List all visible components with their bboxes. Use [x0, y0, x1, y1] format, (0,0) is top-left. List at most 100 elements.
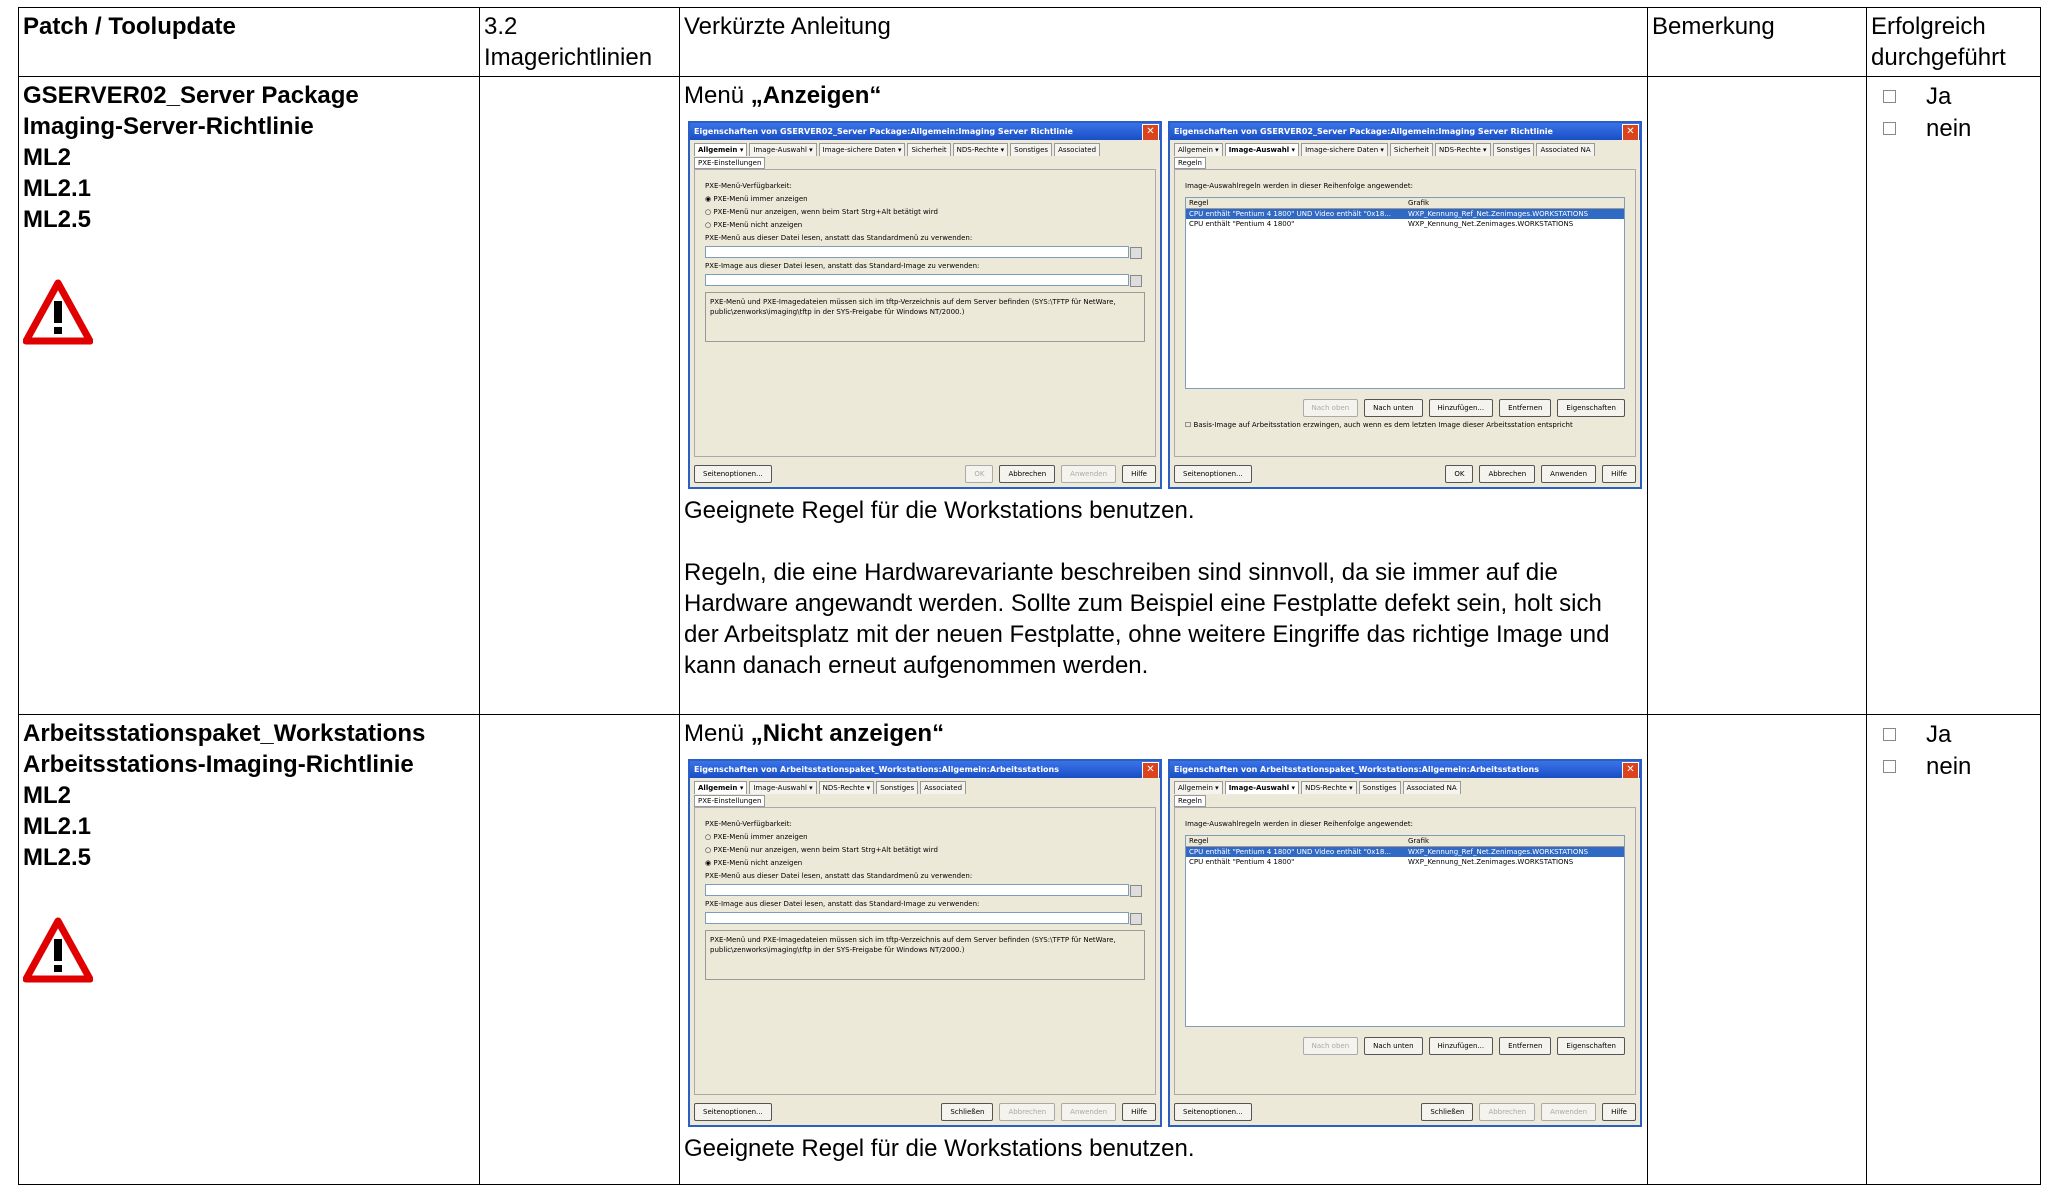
cancel-button[interactable]: Abbrechen [1479, 1103, 1536, 1121]
tab-associated[interactable]: Associated [1054, 143, 1101, 156]
properties-button[interactable]: Eigenschaften [1557, 399, 1625, 417]
menu-file-input[interactable] [705, 884, 1142, 897]
cancel-button[interactable]: Abbrechen [999, 1103, 1056, 1121]
move-up-button[interactable]: Nach oben [1302, 399, 1359, 417]
help-button[interactable]: Hilfe [1602, 1103, 1636, 1121]
tab-nds-rights[interactable]: NDS-Rechte ▾ [1435, 143, 1491, 156]
dialog-footer: Seitenoptionen... OK Abbrechen Anwenden Hil… [694, 465, 1156, 483]
tab-misc[interactable]: Sonstiges [876, 781, 919, 794]
move-down-button[interactable]: Nach unten [1364, 1037, 1423, 1055]
close-button[interactable]: Schließen [1421, 1103, 1474, 1121]
checkbox-nein[interactable]: nein [1871, 750, 2036, 782]
tab-image-selection[interactable]: Image-Auswahl ▾ [749, 143, 817, 156]
rules-pane: Image-Auswahlregeln werden in dieser Rei… [1174, 807, 1636, 1095]
tab-image-selection[interactable]: Image-Auswahl ▾ [749, 781, 817, 794]
tab-general[interactable]: Allgemein ▾ [694, 143, 748, 156]
table-row: GSERVER02_Server Package Imaging-Server-… [18, 76, 2041, 715]
image-file-input[interactable] [705, 274, 1142, 287]
help-button[interactable]: Hilfe [1122, 465, 1156, 483]
remark-cell [1647, 76, 1867, 715]
tab-security[interactable]: Sicherheit [907, 143, 951, 156]
header-patch: Patch / Toolupdate [18, 7, 480, 77]
tab-associated[interactable]: Associated [920, 781, 967, 794]
cancel-button[interactable]: Abbrechen [1479, 465, 1536, 483]
remove-button[interactable]: Entfernen [1499, 399, 1552, 417]
close-button[interactable]: Schließen [941, 1103, 994, 1121]
add-button[interactable]: Hinzufügen... [1428, 1037, 1494, 1055]
dialog-titlebar: Eigenschaften von GSERVER02_Server Packa… [1170, 123, 1640, 140]
add-button[interactable]: Hinzufügen... [1428, 399, 1494, 417]
apply-button[interactable]: Anwenden [1541, 1103, 1597, 1121]
tab-misc[interactable]: Sonstiges [1358, 781, 1401, 794]
tab-image-safe-data[interactable]: Image-sichere Daten ▾ [818, 143, 906, 156]
remove-button[interactable]: Entfernen [1499, 1037, 1552, 1055]
rules-dialog: Eigenschaften von GSERVER02_Server Packa… [1168, 121, 1642, 489]
subtab-rules[interactable]: Regeln [1174, 795, 1206, 807]
pxe-label: PXE-Menü-Verfügbarkeit: [705, 182, 792, 190]
close-icon[interactable]: ✕ [1622, 762, 1639, 778]
subtab-pxe[interactable]: PXE-Einstellungen [694, 795, 766, 807]
move-up-button[interactable]: Nach oben [1302, 1037, 1359, 1055]
tab-strip: Allgemein ▾ Image-Auswahl ▾ Image-sichere … [1170, 140, 1640, 156]
tab-nds-rights[interactable]: NDS-Rechte ▾ [1301, 781, 1357, 794]
radio-never[interactable]: ◉ PXE-Menü nicht anzeigen [705, 858, 1145, 868]
tab-general[interactable]: Allgemein ▾ [694, 781, 748, 794]
tab-nds-rights[interactable]: NDS-Rechte ▾ [952, 143, 1009, 156]
close-icon[interactable]: ✕ [1622, 124, 1639, 140]
help-button[interactable]: Hilfe [1122, 1103, 1156, 1121]
ok-button[interactable]: OK [965, 465, 994, 483]
menu-file-label: PXE-Menü aus dieser Datei lesen, anstatt… [705, 234, 973, 242]
instructions-cell: Menü „Anzeigen“ Eigenschaften von GSERVE… [679, 76, 1648, 715]
close-icon[interactable]: ✕ [1142, 124, 1159, 140]
menu-file-input[interactable] [705, 246, 1142, 259]
move-down-button[interactable]: Nach unten [1364, 399, 1423, 417]
radio-always[interactable]: ◉ PXE-Menü immer anzeigen [705, 194, 1145, 204]
tab-general[interactable]: Allgemein ▾ [1174, 781, 1223, 794]
rule-row[interactable]: CPU enthält "Pentium 4 1800" WXP_Kennung_… [1186, 857, 1624, 867]
tab-general[interactable]: Allgemein ▾ [1174, 143, 1223, 156]
pxe-dialog: Eigenschaften von Arbeitsstationspaket_W… [688, 759, 1162, 1127]
tab-associated[interactable]: Associated NA [1402, 781, 1461, 794]
rules-label: Image-Auswahlregeln werden in dieser Rei… [1185, 820, 1413, 828]
radio-ctrl-alt[interactable]: ○ PXE-Menü nur anzeigen, wenn beim Start… [705, 207, 1145, 217]
ml-tag: ML2.1 [23, 813, 92, 840]
page-options-button[interactable]: Seitenoptionen... [1174, 465, 1252, 483]
rule-row[interactable]: CPU enthält "Pentium 4 1800" UND Video e… [1186, 209, 1624, 219]
checkbox-ja[interactable]: Ja [1871, 80, 2036, 112]
radio-ctrl-alt[interactable]: ○ PXE-Menü nur anzeigen, wenn beim Start… [705, 845, 1145, 855]
apply-button[interactable]: Anwenden [1061, 1103, 1117, 1121]
checkbox-nein[interactable]: nein [1871, 112, 2036, 144]
instructions-cell: Menü „Nicht anzeigen“ Eigenschaften von … [679, 714, 1648, 1185]
tab-image-safe-data[interactable]: Image-sichere Daten ▾ [1301, 143, 1388, 156]
tab-security[interactable]: Sicherheit [1389, 143, 1434, 156]
page-options-button[interactable]: Seitenoptionen... [694, 465, 772, 483]
subtab-pxe[interactable]: PXE-Einstellungen [694, 157, 766, 169]
image-file-label: PXE-Image aus dieser Datei lesen, anstat… [705, 262, 980, 270]
tab-image-selection[interactable]: Image-Auswahl ▾ [1224, 781, 1300, 794]
tab-image-selection[interactable]: Image-Auswahl ▾ [1224, 143, 1300, 156]
rule-row[interactable]: CPU enthält "Pentium 4 1800" WXP_Kennung_… [1186, 219, 1624, 229]
radio-always[interactable]: ○ PXE-Menü immer anzeigen [705, 832, 1145, 842]
apply-button[interactable]: Anwenden [1061, 465, 1117, 483]
close-icon[interactable]: ✕ [1142, 762, 1159, 778]
page-options-button[interactable]: Seitenoptionen... [694, 1103, 772, 1121]
ok-button[interactable]: OK [1445, 465, 1474, 483]
tab-associated[interactable]: Associated NA [1536, 143, 1595, 156]
tab-misc[interactable]: Sonstiges [1492, 143, 1535, 156]
cancel-button[interactable]: Abbrechen [999, 465, 1056, 483]
help-button[interactable]: Hilfe [1602, 465, 1636, 483]
ml-tag: ML2 [23, 782, 71, 809]
header-remark: Bemerkung [1647, 7, 1867, 77]
apply-button[interactable]: Anwenden [1541, 465, 1597, 483]
rules-grid: Regel Grafik CPU enthält "Pentium 4 1800"… [1185, 835, 1625, 1027]
force-checkbox[interactable]: ☐ Basis-Image auf Arbeitsstation erzwing… [1185, 420, 1625, 430]
tab-nds-rights[interactable]: NDS-Rechte ▾ [818, 781, 875, 794]
page-options-button[interactable]: Seitenoptionen... [1174, 1103, 1252, 1121]
image-file-input[interactable] [705, 912, 1142, 925]
radio-never[interactable]: ○ PXE-Menü nicht anzeigen [705, 220, 1145, 230]
properties-button[interactable]: Eigenschaften [1557, 1037, 1625, 1055]
checkbox-ja[interactable]: Ja [1871, 718, 2036, 750]
subtab-rules[interactable]: Regeln [1174, 157, 1206, 169]
tab-misc[interactable]: Sonstiges [1010, 143, 1053, 156]
rule-row[interactable]: CPU enthält "Pentium 4 1800" UND Video e… [1186, 847, 1624, 857]
